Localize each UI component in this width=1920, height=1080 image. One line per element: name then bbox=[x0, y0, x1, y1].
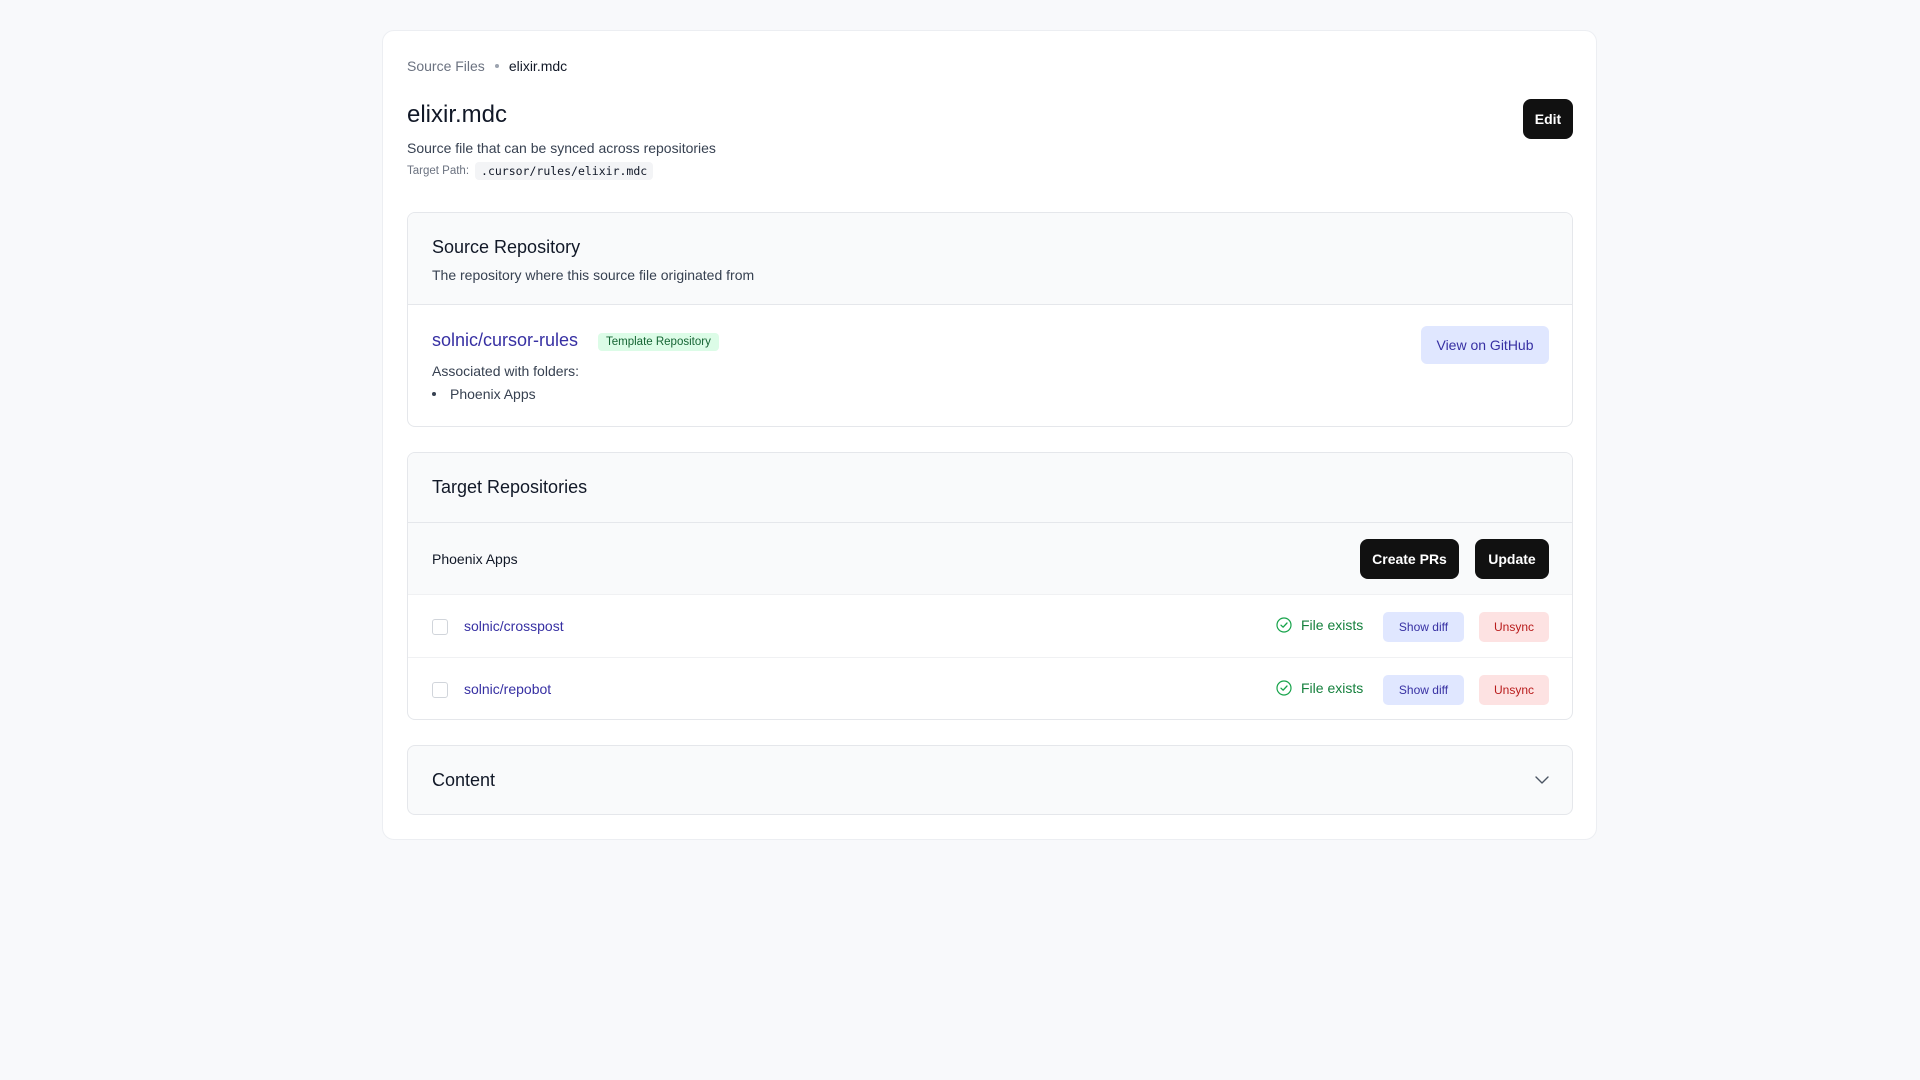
target-repositories-title: Target Repositories bbox=[432, 477, 588, 497]
target-path: Target Path: .cursor/rules/elixir.mdc bbox=[407, 162, 654, 180]
source-repository-title: Source Repository bbox=[432, 237, 581, 257]
create-prs-button[interactable]: Create PRs bbox=[1360, 539, 1459, 579]
target-path-label: Target Path: bbox=[407, 165, 470, 177]
repo-checkbox[interactable] bbox=[432, 619, 448, 635]
breadcrumb-source-files[interactable]: Source Files bbox=[407, 58, 485, 74]
target-repositories-panel: Target Repositories Phoenix Apps Create … bbox=[407, 452, 1573, 720]
target-repositories-header: Target Repositories bbox=[408, 453, 1572, 523]
folder-group-name: Phoenix Apps bbox=[432, 551, 518, 567]
status-text: File exists bbox=[1301, 680, 1364, 696]
status-file-exists: File exists bbox=[1276, 617, 1363, 633]
associated-folders-list: Phoenix Apps bbox=[432, 386, 536, 402]
status-file-exists: File exists bbox=[1276, 680, 1363, 696]
table-row: solnic/crosspost File exists Show diff U… bbox=[408, 595, 1572, 658]
content-accordion[interactable]: Content bbox=[407, 745, 1573, 815]
check-circle-icon bbox=[1276, 617, 1292, 633]
chevron-down-icon[interactable] bbox=[1534, 774, 1550, 786]
breadcrumb-separator bbox=[494, 64, 499, 68]
breadcrumb-current: elixir.mdc bbox=[508, 58, 568, 74]
source-repository-header: Source Repository The repository where t… bbox=[408, 213, 1572, 305]
source-repo-link[interactable]: solnic/cursor-rules bbox=[432, 330, 578, 351]
list-item: Phoenix Apps bbox=[432, 386, 536, 402]
target-repo-link[interactable]: solnic/crosspost bbox=[464, 618, 564, 634]
status-text: File exists bbox=[1301, 617, 1364, 633]
folder-group-row: Phoenix Apps Create PRs Update bbox=[408, 523, 1572, 595]
target-repo-link[interactable]: solnic/repobot bbox=[464, 681, 551, 697]
template-repository-badge: Template Repository bbox=[598, 333, 719, 351]
repo-checkbox[interactable] bbox=[432, 682, 448, 698]
source-file-card: Source Files elixir.mdc elixir.mdc Sourc… bbox=[382, 30, 1597, 840]
show-diff-button[interactable]: Show diff bbox=[1383, 612, 1464, 642]
breadcrumb: Source Files elixir.mdc bbox=[407, 58, 567, 74]
page-title: elixir.mdc bbox=[407, 101, 508, 128]
table-row: solnic/repobot File exists Show diff Uns… bbox=[408, 658, 1572, 719]
source-repository-subtitle: The repository where this source file or… bbox=[432, 267, 755, 283]
target-path-value: .cursor/rules/elixir.mdc bbox=[475, 162, 654, 180]
page-description: Source file that can be synced across re… bbox=[407, 140, 716, 156]
unsync-button[interactable]: Unsync bbox=[1479, 612, 1549, 642]
source-repository-panel: Source Repository The repository where t… bbox=[407, 212, 1573, 427]
check-circle-icon bbox=[1276, 680, 1292, 696]
content-title: Content bbox=[432, 770, 496, 790]
update-button[interactable]: Update bbox=[1475, 539, 1549, 579]
show-diff-button[interactable]: Show diff bbox=[1383, 675, 1464, 705]
associated-folders-label: Associated with folders: bbox=[432, 363, 580, 379]
view-on-github-button[interactable]: View on GitHub bbox=[1421, 326, 1549, 364]
edit-button[interactable]: Edit bbox=[1523, 99, 1573, 139]
unsync-button[interactable]: Unsync bbox=[1479, 675, 1549, 705]
